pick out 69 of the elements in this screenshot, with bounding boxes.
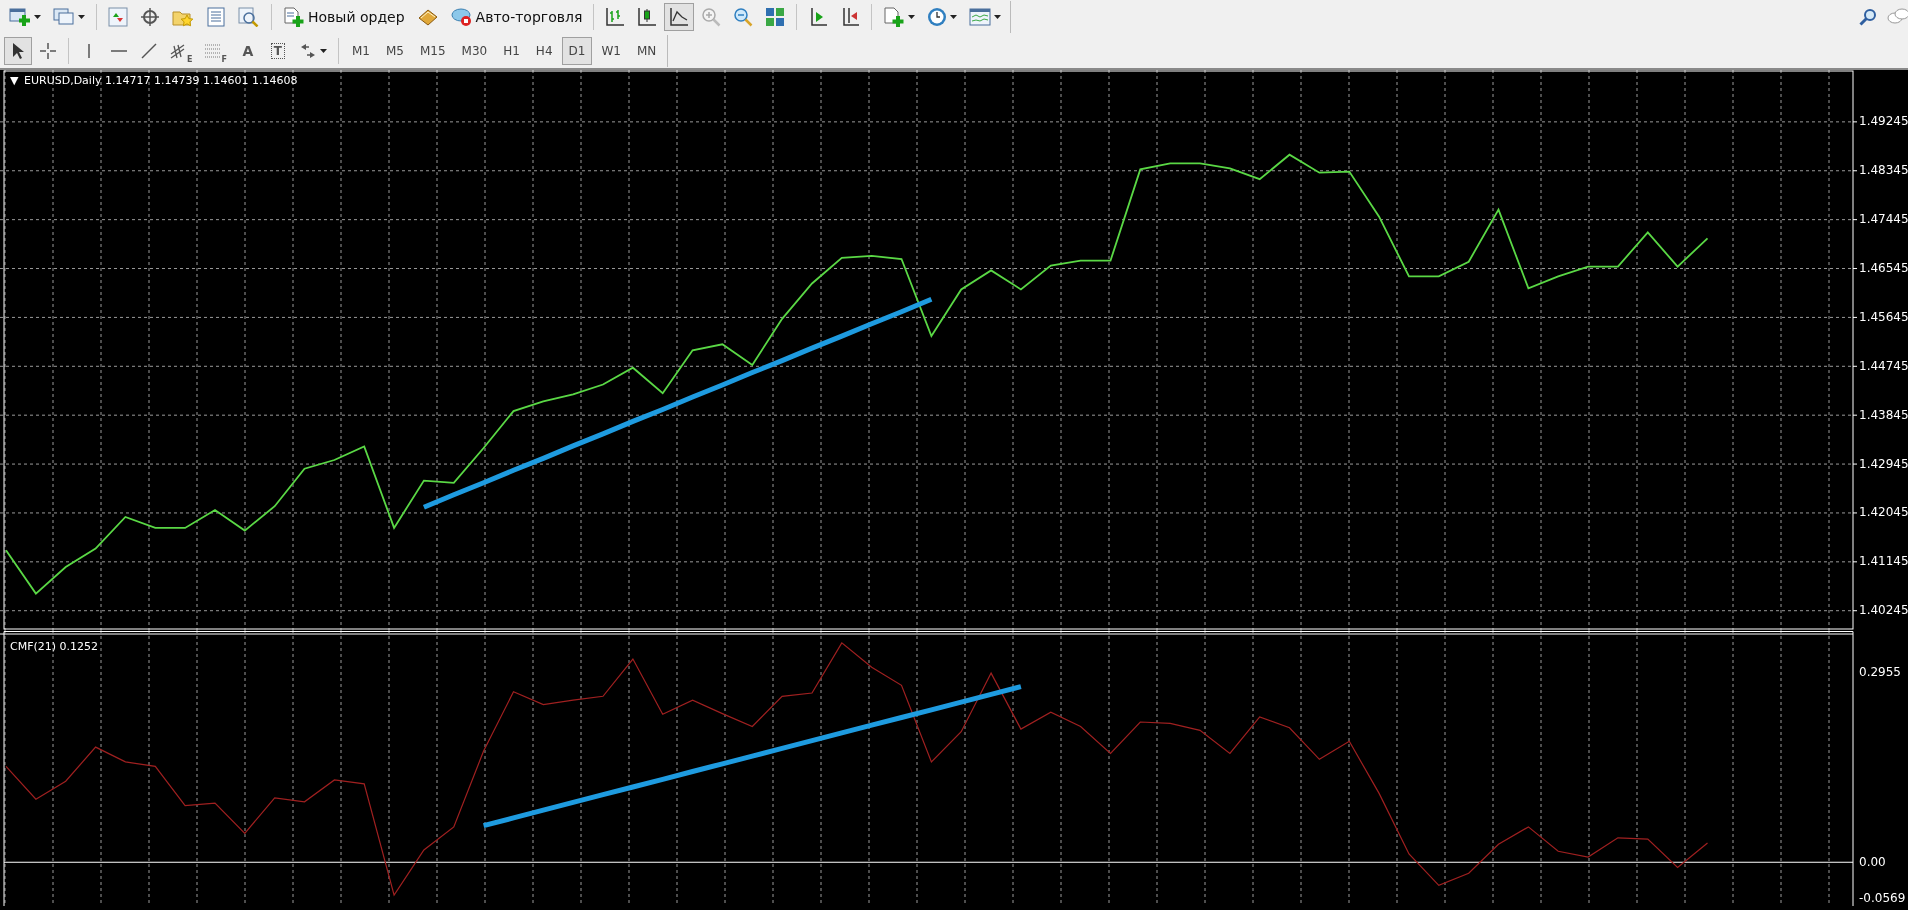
clock-icon: [927, 7, 948, 27]
list-window-icon: [206, 7, 226, 27]
trend-line[interactable]: [482, 684, 1022, 829]
chart-window-icon: [969, 7, 992, 27]
magnifier-chart-icon: [238, 7, 260, 27]
fibonacci-button[interactable]: F: [199, 37, 232, 65]
bars-icon: [605, 7, 626, 27]
price-axis-label: 1.48345: [1859, 163, 1908, 178]
axis-triangle-icon: [808, 7, 829, 27]
caret-icon: [908, 15, 916, 19]
crosshair-icon: [39, 42, 57, 60]
speech-bubbles-icon: [1887, 8, 1908, 26]
arrows-icon: [108, 7, 128, 27]
book-icon: [416, 7, 439, 27]
indicator-axis-label: -0.0569: [1859, 891, 1906, 906]
line-chart-icon: [669, 7, 690, 27]
price-axis-label: 1.45645: [1859, 309, 1908, 324]
windows-icon: [53, 7, 75, 27]
axis-arrow-icon: [840, 7, 861, 27]
auto-trading-button[interactable]: Авто-торговля: [445, 3, 588, 31]
price-axis-label: 1.42045: [1859, 505, 1908, 520]
text-button[interactable]: A: [233, 37, 262, 65]
indicator-axis-label: 0.00: [1859, 854, 1886, 869]
price-axis-label: 1.49245: [1859, 114, 1908, 129]
indicator-title: CMF(21) 0.1252: [10, 640, 99, 653]
price-axis-label: 1.47445: [1859, 212, 1908, 227]
period-button[interactable]: M5: [378, 37, 411, 65]
collapse-toggle[interactable]: ▼: [10, 74, 19, 87]
candles-icon: [637, 7, 658, 27]
period-button[interactable]: H4: [528, 37, 560, 65]
caret-icon: [950, 15, 958, 19]
period-button[interactable]: H1: [496, 37, 527, 65]
caret-icon: [994, 15, 1002, 19]
period-button[interactable]: M15: [412, 37, 453, 65]
window-plus-icon: [9, 7, 31, 27]
trend-line[interactable]: [422, 296, 933, 510]
vertical-line-icon: [86, 42, 92, 60]
text-label-button[interactable]: T: [263, 37, 292, 65]
channel-button[interactable]: E: [165, 37, 198, 65]
period-button[interactable]: D1: [561, 37, 593, 65]
new-order-button[interactable]: Новый ордер: [278, 3, 410, 31]
dotted-lines-icon: [204, 42, 223, 60]
price-axis-label: 1.40245: [1859, 603, 1908, 618]
zoom-in-icon: [701, 7, 722, 27]
period-button[interactable]: W1: [594, 37, 628, 65]
document-plus-icon: [883, 7, 906, 27]
price-axis-label: 1.41145: [1859, 554, 1908, 569]
chart-title: EURUSD,Daily 1.14717 1.14739 1.14601 1.14608: [24, 74, 298, 87]
line-chart-button[interactable]: [664, 3, 695, 31]
cursor-icon: [11, 42, 25, 60]
search-icon: [1859, 8, 1877, 26]
caret-icon: [78, 15, 85, 19]
price-axis-label: 1.43845: [1859, 407, 1908, 422]
caret-icon: [34, 15, 41, 19]
period-button[interactable]: M30: [454, 37, 495, 65]
crosshair-icon: [140, 7, 160, 27]
period-button[interactable]: MN: [629, 37, 664, 65]
document-plus-icon: [283, 7, 305, 27]
price-axis-label: 1.42945: [1859, 456, 1908, 471]
horizontal-line-icon: [110, 48, 128, 54]
diagonal-line-icon: [140, 42, 158, 60]
caret-icon: [319, 49, 327, 53]
tiles-icon: [765, 7, 786, 27]
price-axis-label: 1.46545: [1859, 261, 1908, 276]
cursor-button[interactable]: [4, 37, 32, 65]
period-button[interactable]: M1: [344, 37, 377, 65]
price-axis-label: 1.44745: [1859, 358, 1908, 373]
zoom-out-icon: [733, 7, 754, 27]
indicator-axis-label: 0.2955: [1859, 664, 1901, 679]
